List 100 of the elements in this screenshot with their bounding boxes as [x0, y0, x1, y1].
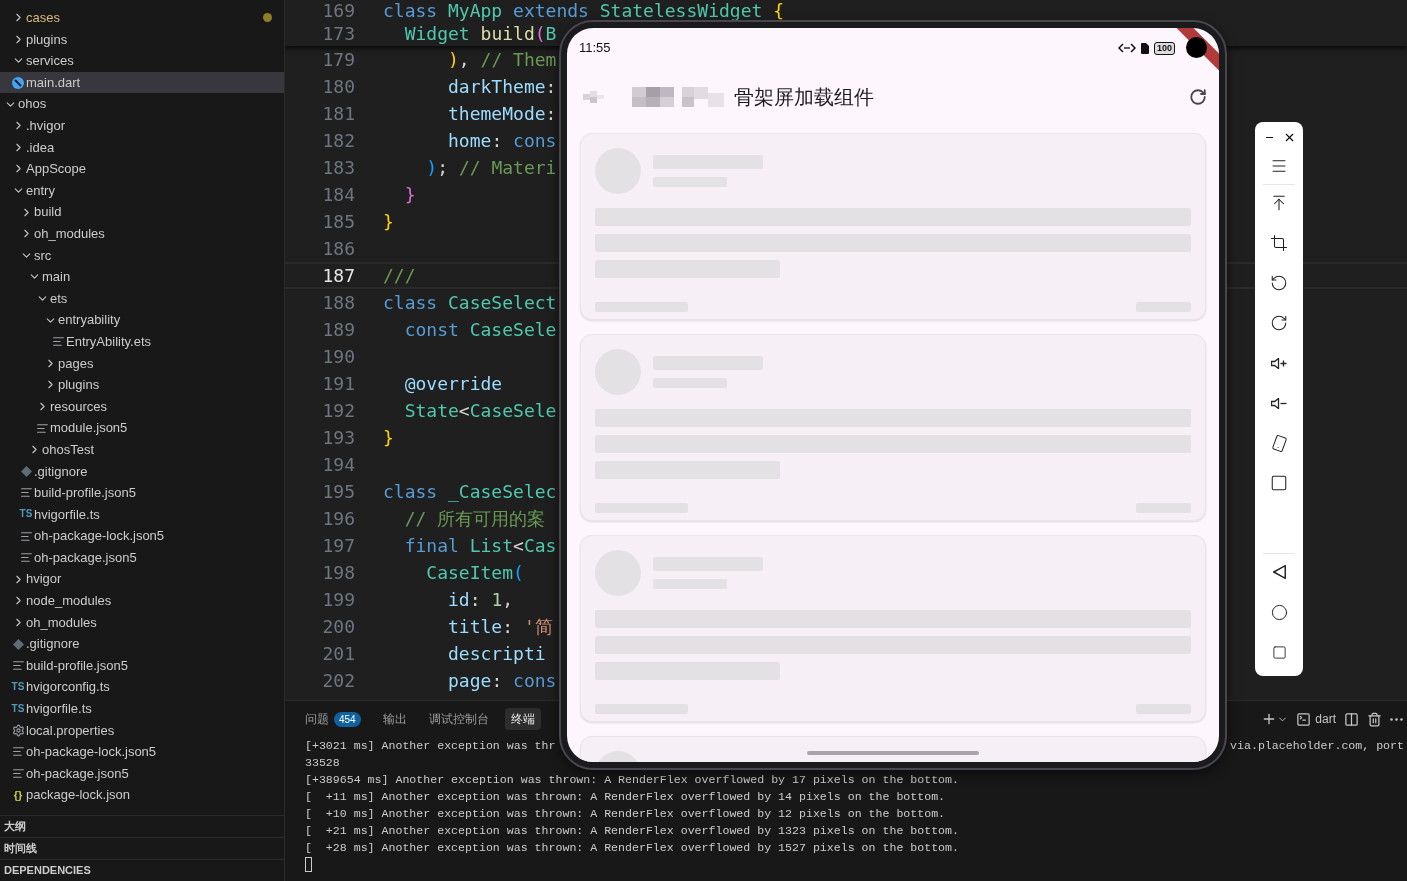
tree-item[interactable]: oh-package.json5	[0, 762, 284, 785]
item-label: hvigorfile.ts	[34, 505, 100, 524]
code-line: page: cons	[447, 669, 557, 693]
code-line: ), // Them	[447, 48, 557, 72]
tree-item[interactable]: .hvigor	[0, 114, 284, 137]
item-label: src	[34, 246, 52, 265]
item-label: AppScope	[26, 160, 86, 179]
panel-tab[interactable]: 终端	[504, 708, 541, 730]
item-label: main.dart	[26, 73, 81, 92]
tree-item[interactable]: module.json5	[0, 417, 284, 439]
volume-up-icon	[1271, 357, 1287, 369]
battery-indicator: 100	[1153, 41, 1175, 55]
tree-item[interactable]: local.properties	[0, 719, 284, 742]
item-label: .idea	[26, 138, 55, 157]
split-terminal-button[interactable]	[1344, 711, 1359, 727]
line-number: 181	[321, 102, 355, 126]
more-button[interactable]	[1390, 717, 1403, 721]
item-label: .gitignore	[34, 462, 88, 481]
tree-item[interactable]: plugins	[0, 374, 284, 396]
tree-item[interactable]: entryability	[0, 309, 284, 331]
tree-item[interactable]: main.dart	[0, 71, 284, 94]
item-label: resources	[50, 397, 108, 416]
refresh-button[interactable]	[1189, 88, 1207, 106]
line-number: 193	[321, 426, 355, 450]
tree-item[interactable]: src	[0, 244, 284, 267]
code-line: themeMode:	[447, 102, 557, 126]
tree-item[interactable]: build-profile.json5	[0, 482, 284, 504]
square-icon	[1271, 644, 1287, 660]
tree-item[interactable]: TS hvigorconfig.ts	[0, 676, 284, 698]
tree-item[interactable]: .idea	[0, 136, 284, 159]
code-line: ); // Materi	[425, 156, 557, 180]
tree-item[interactable]: {} package-lock.json	[0, 784, 284, 806]
line-number: 197	[321, 534, 355, 558]
tree-item[interactable]: .gitignore	[0, 460, 284, 483]
app-bar-title: 骨架屏加载组件	[734, 85, 874, 110]
item-label: node_modules	[26, 592, 112, 611]
line-number: 195	[321, 480, 355, 504]
line-number: 186	[321, 237, 355, 261]
tree-item[interactable]: cases	[0, 7, 284, 29]
tree-item[interactable]: resources	[0, 395, 284, 418]
code-line: title: '简	[447, 615, 553, 639]
back-icon	[1272, 565, 1286, 579]
new-terminal-button[interactable]	[1261, 711, 1289, 727]
tree-item[interactable]: TS hvigorfile.ts	[0, 503, 284, 526]
code-line: class _CaseSelec	[383, 480, 557, 504]
delete-terminal-button[interactable]	[1367, 711, 1382, 727]
tree-item[interactable]: AppScope	[0, 158, 284, 180]
refresh-icon	[1189, 88, 1207, 106]
item-label: main	[42, 268, 71, 287]
item-label: .hvigor	[26, 117, 66, 135]
tree-item[interactable]: plugins	[0, 28, 284, 51]
terminal-icon	[1296, 711, 1312, 727]
crop-icon	[1270, 234, 1288, 252]
line-number: 185	[321, 210, 355, 234]
circle-icon	[1270, 603, 1288, 621]
tree-item[interactable]: oh-package.json5	[0, 546, 284, 569]
panel-tab[interactable]: 输出	[376, 708, 413, 730]
panel-tab[interactable]: 调试控制台	[422, 708, 495, 730]
code-line: CaseItem(	[425, 561, 524, 585]
section-header[interactable]: DEPENDENCIES	[4, 862, 91, 879]
code-line: Widget build(B	[403, 22, 557, 46]
terminal-selector[interactable]: dart	[1296, 710, 1336, 728]
tree-item[interactable]: entry	[0, 179, 284, 202]
tree-item[interactable]: build-profile.json5	[0, 654, 284, 677]
tree-item[interactable]: ohos	[0, 93, 284, 115]
tree-item[interactable]: oh_modules	[0, 611, 284, 634]
tree-item[interactable]: .gitignore	[0, 633, 284, 655]
typescript-icon: TS	[11, 682, 25, 693]
tree-item[interactable]: services	[0, 50, 284, 72]
terminal-line: [ +10 ms] Another exception was thrown: A RenderFlex overflowed by 12 pixels on the bottom.	[305, 806, 946, 822]
terminal-line: [+3021 ms] Another exception was thr	[305, 738, 556, 754]
tree-item[interactable]: hvigor	[0, 568, 284, 591]
rotate-right-icon	[1270, 314, 1288, 332]
line-number: 180	[321, 75, 355, 99]
line-number: 189	[321, 318, 355, 342]
line-number: 191	[321, 372, 355, 396]
item-label: oh_modules	[34, 225, 105, 243]
tree-item[interactable]: ets	[0, 287, 284, 310]
tree-item[interactable]: build	[0, 201, 284, 223]
item-label: .gitignore	[26, 635, 80, 654]
item-label: module.json5	[50, 419, 128, 438]
section-header[interactable]: 大纲	[4, 818, 26, 835]
item-label: build-profile.json5	[26, 656, 128, 675]
item-label: oh_modules	[26, 613, 97, 632]
split-icon	[1344, 711, 1359, 727]
panel-tab[interactable]: 问题 454	[299, 708, 367, 730]
section-header[interactable]: 时间线	[4, 840, 37, 857]
item-label: ohosTest	[42, 440, 95, 459]
tree-item[interactable]: ohosTest	[0, 438, 284, 461]
tree-item[interactable]: oh_modules	[0, 222, 284, 245]
tree-item[interactable]: node_modules	[0, 590, 284, 612]
tree-item[interactable]: oh-package-lock.json5	[0, 525, 284, 547]
tree-item[interactable]: EntryAbility.ets	[0, 330, 284, 353]
tree-item[interactable]: main	[0, 266, 284, 288]
tree-item[interactable]: TS hvigorfile.ts	[0, 698, 284, 720]
tree-item[interactable]: oh-package-lock.json5	[0, 741, 284, 763]
code-line: class CaseSelect	[383, 291, 557, 315]
tree-item[interactable]: pages	[0, 352, 284, 375]
square-icon	[1270, 474, 1288, 492]
terminal-line: 33528	[305, 755, 340, 771]
